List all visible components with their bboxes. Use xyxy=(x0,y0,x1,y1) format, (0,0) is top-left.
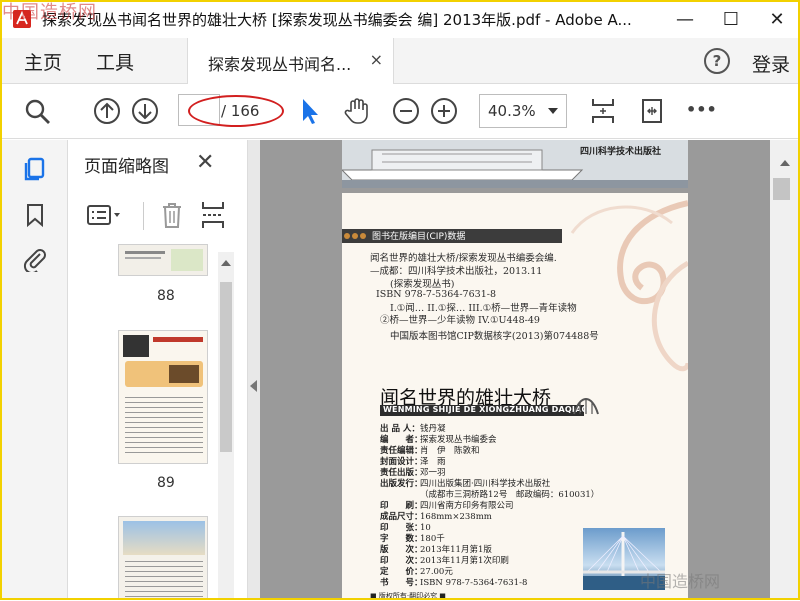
window-frame xyxy=(0,0,800,600)
